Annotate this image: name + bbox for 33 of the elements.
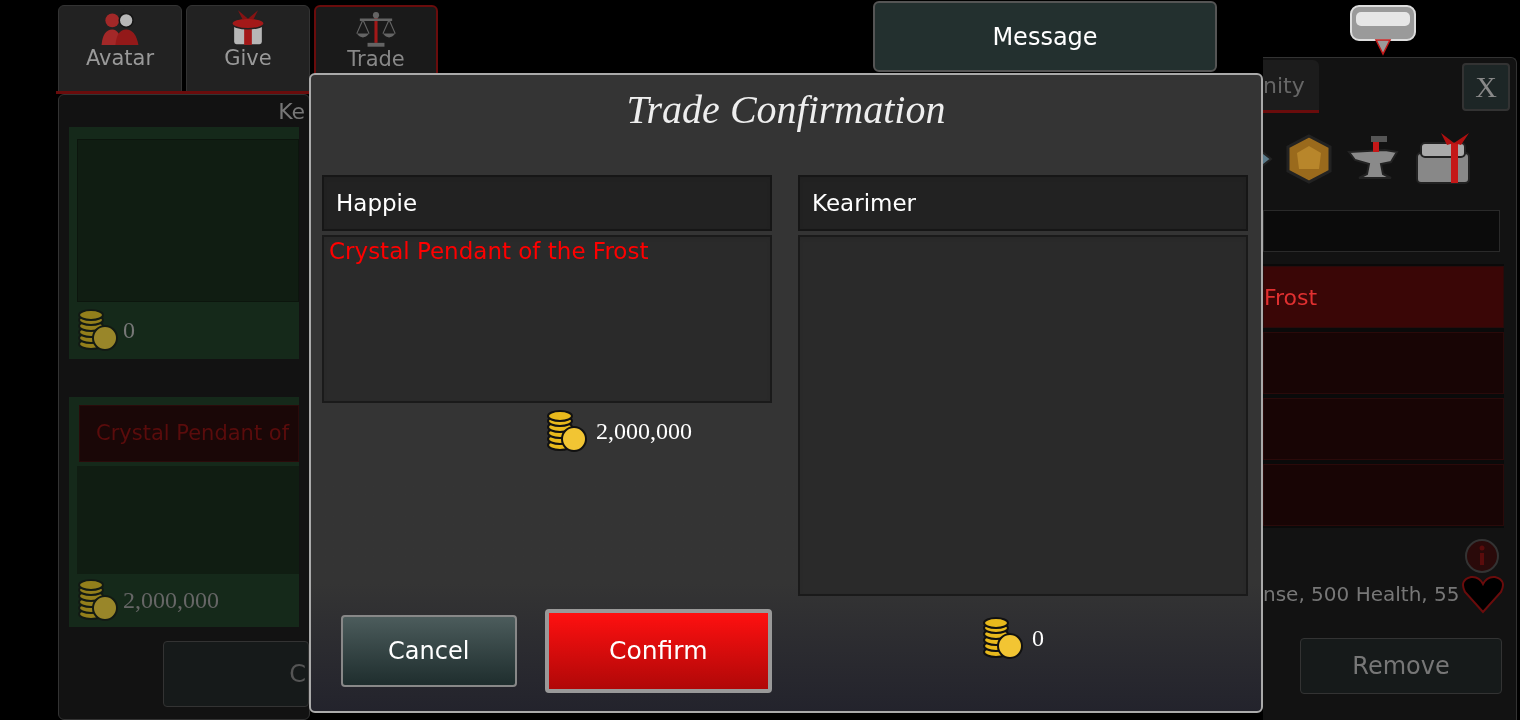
gift-chest-icon[interactable]: [1413, 131, 1473, 187]
coin-amount: 0: [1032, 624, 1044, 653]
cancel-button[interactable]: Cancel: [341, 615, 517, 687]
close-button[interactable]: X: [1462, 63, 1510, 111]
coin-stack-icon: [544, 409, 588, 453]
row-label: Frost: [1264, 283, 1318, 312]
player-name: Happie: [336, 188, 418, 218]
coin-stack-icon: [75, 578, 119, 622]
coin-amount: 2,000,000: [596, 417, 692, 446]
coin-amount: 0: [123, 316, 135, 345]
confirm-button[interactable]: Confirm: [544, 609, 772, 693]
dialog-title: Trade Confirmation: [626, 86, 946, 134]
coin-stack-icon: [75, 308, 119, 352]
search-field[interactable]: [1263, 210, 1500, 252]
message-button[interactable]: Message: [873, 1, 1217, 72]
heart-icon[interactable]: [1461, 574, 1506, 614]
speech-bubble-icon[interactable]: [1348, 4, 1418, 58]
info-icon[interactable]: [1464, 538, 1500, 574]
list-row[interactable]: Frost: [1263, 266, 1504, 328]
item-description: nse, 500 Health, 55: [1263, 581, 1460, 608]
tab[interactable]: Avatar: [58, 5, 182, 93]
list-row[interactable]: [1263, 332, 1504, 394]
tab[interactable]: Give: [186, 5, 310, 93]
coin-stack-icon: [980, 616, 1024, 660]
player-name: Kearimer: [812, 188, 917, 218]
list-row[interactable]: [1263, 398, 1504, 460]
item-name: Crystal Pendant of: [96, 419, 290, 447]
item-name: Crystal Pendant of the Frost: [328, 237, 649, 266]
list-row[interactable]: [1263, 464, 1504, 526]
player-heading: Ke: [278, 101, 305, 125]
coin-amount: 2,000,000: [123, 586, 219, 615]
remove-button[interactable]: Remove: [1300, 638, 1502, 694]
tab[interactable]: nity: [1263, 60, 1319, 113]
